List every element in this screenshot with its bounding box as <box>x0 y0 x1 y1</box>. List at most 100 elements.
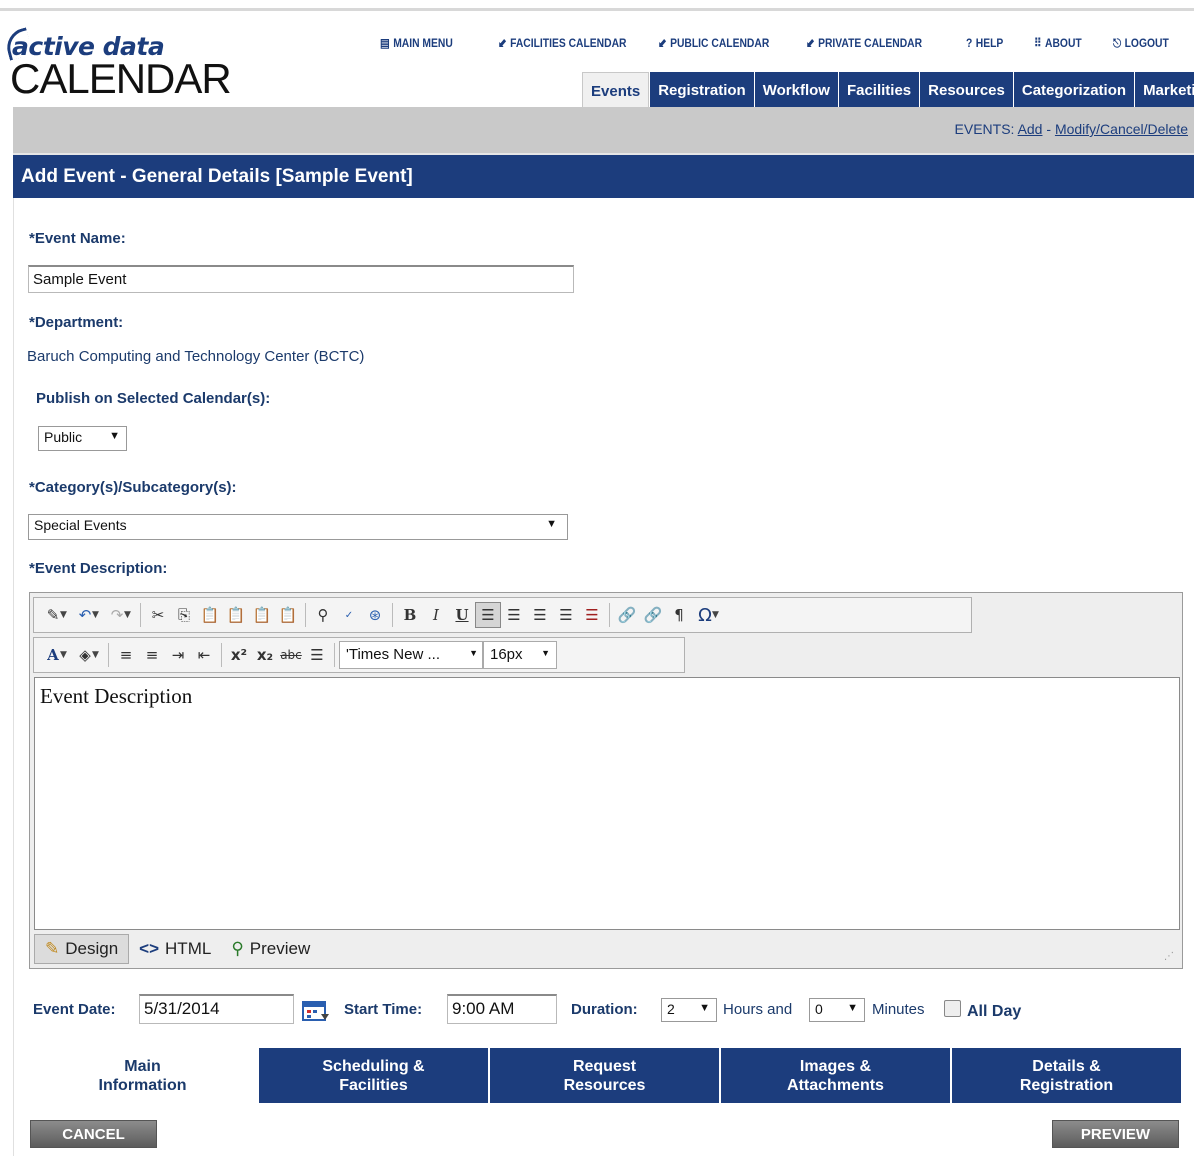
paste-text-icon[interactable]: 📋 <box>223 602 249 628</box>
align-center-icon[interactable]: ☰ <box>501 602 527 628</box>
publish-calendar-select[interactable]: Public ▼ <box>38 426 127 451</box>
tab-line1: Main <box>124 1058 161 1075</box>
all-day-checkbox[interactable] <box>944 1000 961 1017</box>
font-size-select[interactable]: 16px ▼ <box>483 641 557 669</box>
indent-icon[interactable]: ⇥ <box>165 642 191 668</box>
underline-icon[interactable]: U <box>449 602 475 628</box>
editor-toolbar-row2: A ▼ ◈ ▼ ≡ ≡ ⇥ ⇤ x² x₂ abc ☰ 'Times New ...… <box>33 637 685 673</box>
insert-link-icon[interactable]: 🔗 <box>614 602 640 628</box>
calendar-icon[interactable] <box>301 998 331 1024</box>
ordered-list-icon[interactable]: ≡ <box>113 642 139 668</box>
rich-text-editor: ✎ ▼ ↶ ▼ ↷ ▼ ✂ ⎘ 📋 📋 📋 📋 ⚲ ✓ ⊛ B I U ☰ ☰ ☰ ☰… <box>29 592 1183 969</box>
start-time-input[interactable]: 9:00 AM <box>447 994 557 1024</box>
nav-logout[interactable]: ⎋ LOGOUT <box>1113 36 1169 51</box>
dropdown-arrow-icon: ▼ <box>92 650 99 660</box>
align-left-icon[interactable]: ☰ <box>475 602 501 628</box>
mode-html-tab[interactable]: <> HTML <box>129 934 221 964</box>
font-size-value: 16px <box>490 646 523 663</box>
left-border <box>13 198 14 1156</box>
tab-facilities[interactable]: Facilities <box>837 72 920 107</box>
chevron-down-icon: ▼ <box>541 648 550 658</box>
cut-icon[interactable]: ✂ <box>145 602 171 628</box>
nav-public-calendar[interactable]: ⬋ PUBLIC CALENDAR <box>658 36 769 50</box>
nav-private-calendar[interactable]: ⬋ PRIVATE CALENDAR <box>806 36 922 50</box>
remove-link-icon[interactable]: 🔗 <box>640 602 666 628</box>
tab-images-attachments[interactable]: Images & Attachments <box>719 1048 950 1103</box>
paste-word-icon[interactable]: 📋 <box>249 602 275 628</box>
mode-design-tab[interactable]: ✎ Design <box>34 934 130 964</box>
nav-about[interactable]: ⠿ ABOUT <box>1034 36 1082 50</box>
dropdown-arrow-icon: ▼ <box>124 610 131 620</box>
tab-line1: Details & <box>1032 1058 1101 1075</box>
toolbar-separator <box>609 603 610 627</box>
publish-label: Publish on Selected Calendar(s): <box>36 390 271 407</box>
tab-resources[interactable]: Resources <box>919 72 1013 107</box>
top-navigation: ▤ MAIN MENU ⬋ FACILITIES CALENDAR ⬋ PUBLIC … <box>380 36 1186 54</box>
editor-content-area[interactable]: Event Description <box>34 677 1180 930</box>
tab-line1: Request <box>572 1058 637 1075</box>
tab-scheduling-facilities[interactable]: Scheduling & Facilities <box>257 1048 488 1103</box>
duration-hours-select[interactable]: 2 ▼ <box>661 998 717 1022</box>
strikethrough-icon[interactable]: abc <box>278 642 304 668</box>
tab-workflow[interactable]: Workflow <box>753 72 838 107</box>
tab-marketing[interactable]: Marketing <box>1134 72 1194 107</box>
align-right-icon[interactable]: ☰ <box>527 602 553 628</box>
preview-button[interactable]: PREVIEW <box>1052 1120 1179 1148</box>
remove-alignment-icon[interactable]: ☰ <box>579 602 605 628</box>
nav-label: PUBLIC CALENDAR <box>670 36 770 50</box>
help-circle-icon[interactable]: ⊛ <box>362 602 388 628</box>
tab-main-information[interactable]: Main Information <box>28 1048 257 1103</box>
editor-text: Event Description <box>40 684 193 708</box>
superscript-icon[interactable]: x² <box>226 642 252 668</box>
app-logo[interactable]: active data CALENDAR <box>2 27 310 102</box>
justify-icon[interactable]: ☰ <box>553 602 579 628</box>
duration-minutes-select[interactable]: 0 ▼ <box>809 998 865 1022</box>
event-date-label: Event Date: <box>33 1001 116 1018</box>
help-icon: ? <box>966 36 973 50</box>
grid-icon: ⠿ <box>1034 36 1042 50</box>
event-date-input[interactable]: 5/31/2014 <box>139 994 294 1024</box>
category-label: *Category(s)/Subcategory(s): <box>29 479 237 496</box>
tab-details-registration[interactable]: Details & Registration <box>950 1048 1181 1103</box>
mode-preview-tab[interactable]: ⚲ Preview <box>221 934 320 964</box>
paragraph-icon[interactable]: ¶ <box>666 602 692 628</box>
tab-events[interactable]: Events <box>582 72 650 107</box>
tab-request-resources[interactable]: Request Resources <box>488 1048 719 1103</box>
tab-categorization[interactable]: Categorization <box>1012 72 1135 107</box>
description-label: *Event Description: <box>29 560 168 577</box>
dropdown-arrow-icon: ▼ <box>60 650 67 660</box>
page-title: Add Event - General Details [Sample Even… <box>21 166 413 187</box>
toolbar-separator <box>334 643 335 667</box>
resize-grip-icon[interactable]: ⋰ <box>1164 951 1174 962</box>
nav-help[interactable]: ? HELP <box>966 36 1003 50</box>
subscript-icon[interactable]: x₂ <box>252 642 278 668</box>
outdent-icon[interactable]: ⇤ <box>191 642 217 668</box>
cancel-button[interactable]: CANCEL <box>30 1120 157 1148</box>
tab-line2: Registration <box>1019 1077 1114 1094</box>
bold-icon[interactable]: B <box>397 602 423 628</box>
italic-icon[interactable]: I <box>423 602 449 628</box>
paste-html-icon[interactable]: 📋 <box>275 602 301 628</box>
section-tabs: Main Information Scheduling & Facilities R… <box>28 1048 1181 1103</box>
nav-facilities-calendar[interactable]: ⬋ FACILITIES CALENDAR <box>498 36 626 50</box>
nav-main-menu[interactable]: ▤ MAIN MENU <box>380 36 453 50</box>
nav-label: ABOUT <box>1045 36 1082 50</box>
find-replace-icon[interactable]: ⚲ <box>310 602 336 628</box>
editor-toolbar-row1: ✎ ▼ ↶ ▼ ↷ ▼ ✂ ⎘ 📋 📋 📋 📋 ⚲ ✓ ⊛ B I U ☰ ☰ ☰ ☰… <box>33 597 972 633</box>
bulleted-list-icon[interactable]: ≡ <box>139 642 165 668</box>
font-name-select[interactable]: 'Times New ... ▼ <box>339 641 483 669</box>
publish-selected-value: Public <box>44 429 83 445</box>
tab-registration[interactable]: Registration <box>649 72 754 107</box>
category-select[interactable]: Special Events ▼ <box>28 514 568 540</box>
copy-icon[interactable]: ⎘ <box>171 602 197 628</box>
magnifier-icon: ⚲ <box>231 939 244 958</box>
mode-label: Preview <box>249 939 311 958</box>
breadcrumb-add-link[interactable]: Add <box>1018 121 1043 137</box>
spellcheck-icon[interactable]: ✓ <box>336 602 362 628</box>
horizontal-rule-icon[interactable]: ☰ <box>304 642 330 668</box>
breadcrumb-modify-link[interactable]: Modify/Cancel/Delete <box>1055 121 1188 137</box>
event-name-input[interactable]: Sample Event <box>28 265 574 293</box>
chevron-down-icon: ▼ <box>546 518 557 530</box>
event-name-label: *Event Name: <box>29 230 126 247</box>
paste-icon[interactable]: 📋 <box>197 602 223 628</box>
